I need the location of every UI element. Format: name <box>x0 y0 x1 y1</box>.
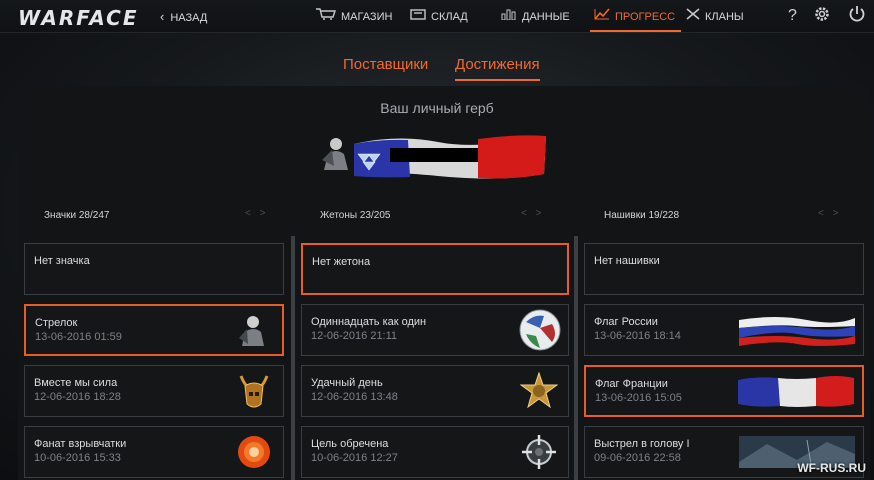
power-icon[interactable] <box>848 5 866 28</box>
tab-achievements[interactable]: Достижения <box>455 56 540 81</box>
progress-icon <box>594 0 610 32</box>
card-date: 13-06-2016 01:59 <box>35 331 122 343</box>
stats-icon <box>501 0 517 32</box>
russia-flag-patch-icon <box>739 317 855 346</box>
card-name: Вместе мы сила <box>34 377 118 389</box>
horned-skull-badge-icon <box>239 375 269 408</box>
nav-data-label: ДАННЫЕ <box>522 11 570 23</box>
token-card-none[interactable]: Нет жетона <box>301 243 569 295</box>
card-name: Одиннадцать как один <box>311 316 427 328</box>
cart-icon <box>316 0 336 32</box>
back-button[interactable]: ‹ НАЗАД <box>160 9 207 24</box>
nav-shop-label: МАГАЗИН <box>341 11 393 23</box>
warface-logo: WARFACE <box>18 6 139 30</box>
card-date: 12-06-2016 13:48 <box>311 391 398 403</box>
explosion-badge-icon <box>238 436 270 468</box>
badge-card-explosives[interactable]: Фанат взрывчатки 10-06-2016 15:33 <box>24 426 284 478</box>
card-date: 13-06-2016 18:14 <box>594 330 681 342</box>
card-name: Нет жетона <box>312 256 371 268</box>
tokens-pager[interactable]: < > <box>521 208 544 219</box>
card-name: Флаг Франции <box>595 378 668 390</box>
back-label: НАЗАД <box>170 12 208 24</box>
token-card-target-doomed[interactable]: Цель обречена 10-06-2016 12:27 <box>301 426 569 478</box>
clans-icon <box>686 0 700 32</box>
card-date: 09-06-2016 22:58 <box>594 452 681 464</box>
card-name: Стрелок <box>35 317 78 329</box>
patches-pager[interactable]: < > <box>818 208 841 219</box>
nav-clans[interactable]: КЛАНЫ <box>686 0 744 32</box>
french-flag-patch-icon <box>354 135 546 179</box>
crosshair-token-icon <box>522 435 556 469</box>
card-name: Нет значка <box>34 255 90 267</box>
site-watermark: WF-RUS.RU <box>797 461 866 475</box>
chevron-left-icon: ‹ <box>160 9 165 24</box>
tokens-scrollbar[interactable] <box>574 236 578 480</box>
personal-emblem-title: Ваш личный герб <box>380 100 494 116</box>
card-name: Удачный день <box>311 377 383 389</box>
card-date: 13-06-2016 15:05 <box>595 392 682 404</box>
warehouse-icon <box>410 0 426 32</box>
token-card-eleven[interactable]: Одиннадцать как один 12-06-2016 21:11 <box>301 304 569 356</box>
patch-card-none[interactable]: Нет нашивки <box>584 243 864 295</box>
card-name: Нет нашивки <box>594 255 660 267</box>
top-bar: WARFACE ‹ НАЗАД МАГАЗИН СКЛАД ДАННЫЕ ПРОГ… <box>0 0 874 33</box>
patch-card-russia-flag[interactable]: Флаг России 13-06-2016 18:14 <box>584 304 864 356</box>
card-name: Фанат взрывчатки <box>34 438 127 450</box>
nav-progress-label: ПРОГРЕСС <box>615 11 676 23</box>
soccer-ball-token-icon <box>519 309 561 351</box>
section-tabs: Поставщики Достижения <box>0 56 874 86</box>
nav-shop[interactable]: МАГАЗИН <box>316 0 392 32</box>
nav-warehouse[interactable]: СКЛАД <box>410 0 468 32</box>
gold-star-token-icon <box>520 372 558 409</box>
soldier-badge-icon <box>322 138 348 170</box>
emblem-preview <box>322 135 546 179</box>
card-date: 10-06-2016 12:27 <box>311 452 398 464</box>
patches-header: Нашивки 19/228 <box>604 210 680 221</box>
badge-card-shooter[interactable]: Стрелок 13-06-2016 01:59 <box>24 304 284 356</box>
tab-suppliers[interactable]: Поставщики <box>343 56 428 73</box>
soldier-badge-icon <box>239 316 264 346</box>
help-icon[interactable]: ? <box>788 7 797 25</box>
tokens-header: Жетоны 23/205 <box>320 210 391 221</box>
france-flag-patch-icon <box>738 376 854 407</box>
card-date: 12-06-2016 18:28 <box>34 391 121 403</box>
token-card-lucky-day[interactable]: Удачный день 12-06-2016 13:48 <box>301 365 569 417</box>
nav-warehouse-label: СКЛАД <box>431 11 468 23</box>
card-name: Флаг России <box>594 316 658 328</box>
badges-pager[interactable]: < > <box>245 208 268 219</box>
badge-card-none[interactable]: Нет значка <box>24 243 284 295</box>
nav-progress[interactable]: ПРОГРЕСС <box>589 0 682 32</box>
nav-clans-label: КЛАНЫ <box>705 11 744 23</box>
patch-card-france-flag[interactable]: Флаг Франции 13-06-2016 15:05 <box>584 365 864 417</box>
card-name: Цель обречена <box>311 438 389 450</box>
card-name: Выстрел в голову I <box>594 438 690 450</box>
nav-data[interactable]: ДАННЫЕ <box>501 0 570 32</box>
card-date: 12-06-2016 21:11 <box>311 330 398 342</box>
badge-card-together[interactable]: Вместе мы сила 12-06-2016 18:28 <box>24 365 284 417</box>
badges-header: Значки 28/247 <box>44 210 110 221</box>
settings-gear-icon[interactable] <box>813 5 831 28</box>
badges-scrollbar[interactable] <box>291 236 295 480</box>
card-date: 10-06-2016 15:33 <box>34 452 121 464</box>
